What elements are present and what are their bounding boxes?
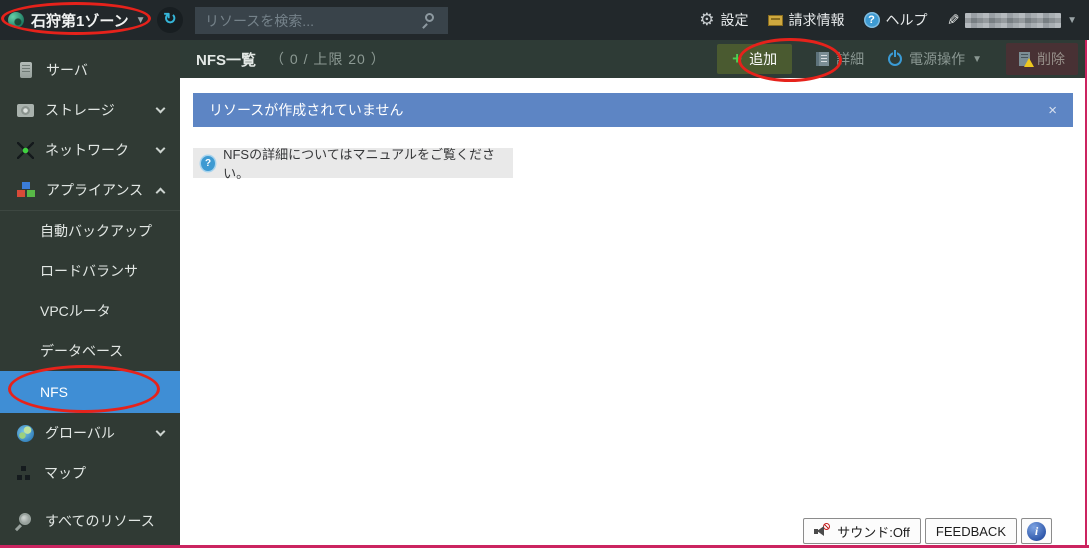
sidebar-item-label: すべてのリソース <box>45 511 155 531</box>
sidebar-item-label: ロードバランサ <box>40 261 138 281</box>
content-header: NFS一覧 （ 0 / 上限 20 ） + 追加 詳細 電源操作 ▼ <box>180 40 1086 78</box>
power-button-label: 電源操作 <box>909 49 965 69</box>
sidebar-item-label: 自動バックアップ <box>40 221 152 241</box>
sidebar-item-auto-backup[interactable]: 自動バックアップ <box>0 211 180 251</box>
topbar-right-menu: ⚙ 設定 請求情報 ? ヘルプ ✎ ▼ <box>699 0 1077 40</box>
chevron-down-icon <box>156 104 166 114</box>
close-icon[interactable]: × <box>1048 102 1057 119</box>
info-button[interactable]: i <box>1021 518 1052 544</box>
sound-off-icon <box>814 525 830 538</box>
pen-icon: ✎ <box>947 11 960 29</box>
billing-label: 請求情報 <box>789 10 845 30</box>
sidebar-item-database[interactable]: データベース <box>0 331 180 371</box>
sidebar-item-vpc-router[interactable]: VPCルータ <box>0 291 180 331</box>
sidebar-item-network[interactable]: ネットワーク <box>0 130 180 170</box>
gear-icon: ⚙ <box>699 12 714 28</box>
search-icon[interactable] <box>425 13 434 22</box>
sidebar-item-label: NFS <box>40 384 68 400</box>
search-box <box>195 7 448 34</box>
sound-toggle-button[interactable]: サウンド:Off <box>803 518 921 544</box>
page-title: NFS一覧 <box>196 49 256 70</box>
delete-warning-icon <box>1019 52 1030 66</box>
detail-button[interactable]: 詳細 <box>816 49 864 69</box>
help-label: ヘルプ <box>886 10 928 30</box>
power-button[interactable]: 電源操作 ▼ <box>888 49 982 69</box>
sidebar-item-all-resources[interactable]: すべてのリソース <box>0 501 180 541</box>
power-icon <box>888 52 902 66</box>
appliance-submenu: 自動バックアップ ロードバランサ VPCルータ データベース NFS <box>0 210 180 413</box>
sound-toggle-label: サウンド:Off <box>837 522 910 541</box>
zone-globe-icon <box>8 12 24 28</box>
sidebar-item-label: VPCルータ <box>40 301 111 321</box>
sidebar-item-appliance[interactable]: アプライアンス <box>0 170 180 210</box>
mute-slash-icon <box>823 523 830 530</box>
map-icon <box>17 465 33 481</box>
search-icon <box>19 513 31 525</box>
sidebar-item-map[interactable]: マップ <box>0 453 180 493</box>
sidebar-item-label: データベース <box>40 341 123 361</box>
toolbar: + 追加 詳細 電源操作 ▼ 削除 <box>717 43 1078 75</box>
book-icon <box>816 52 829 66</box>
sidebar-item-label: グローバル <box>45 423 115 443</box>
globe-icon <box>17 425 34 442</box>
plus-icon: + <box>732 52 742 66</box>
sidebar-item-load-balancer[interactable]: ロードバランサ <box>0 251 180 291</box>
server-icon <box>20 62 32 78</box>
search-input[interactable] <box>195 7 448 34</box>
help-link[interactable]: ? ヘルプ <box>864 10 928 30</box>
sidebar-item-label: ストレージ <box>45 100 115 120</box>
delete-button-label: 削除 <box>1037 49 1065 69</box>
network-icon <box>17 142 34 159</box>
detail-button-label: 詳細 <box>836 49 864 69</box>
chevron-down-icon <box>156 144 166 154</box>
chevron-down-icon: ▼ <box>972 54 982 65</box>
zone-label: 石狩第1ゾーン <box>31 10 129 31</box>
help-icon: ? <box>201 156 215 171</box>
chevron-down-icon: ▼ <box>1067 15 1077 26</box>
sidebar-item-nfs[interactable]: NFS <box>0 371 180 413</box>
storage-icon <box>17 104 34 117</box>
refresh-icon: ↻ <box>163 11 176 28</box>
delete-button[interactable]: 削除 <box>1006 43 1078 75</box>
zone-selector[interactable]: 石狩第1ゾーン ▼ <box>8 7 146 33</box>
sidebar-item-label: ネットワーク <box>45 140 129 160</box>
user-menu[interactable]: ✎ ▼ <box>947 11 1077 29</box>
sidebar-item-server[interactable]: サーバ <box>0 50 180 90</box>
add-button[interactable]: + 追加 <box>717 44 792 74</box>
username-redacted <box>965 13 1061 28</box>
footer-buttons: サウンド:Off FEEDBACK i <box>803 518 1052 544</box>
chevron-down-icon: ▼ <box>136 15 146 26</box>
add-button-label: 追加 <box>749 49 777 69</box>
chevron-down-icon <box>156 427 166 437</box>
main-content: NFS一覧 （ 0 / 上限 20 ） + 追加 詳細 電源操作 ▼ <box>180 40 1086 548</box>
sidebar-item-label: マップ <box>44 463 86 483</box>
info-text: NFSの詳細についてはマニュアルをご覧ください。 <box>223 144 503 182</box>
info-icon: i <box>1027 522 1046 541</box>
sidebar-item-storage[interactable]: ストレージ <box>0 90 180 130</box>
feedback-button[interactable]: FEEDBACK <box>925 518 1017 544</box>
alert-banner: リソースが作成されていません × <box>193 93 1073 127</box>
screenshot-border-bottom <box>0 545 1089 548</box>
sidebar-item-global[interactable]: グローバル <box>0 413 180 453</box>
app-window: 石狩第1ゾーン ▼ ↻ ⚙ 設定 請求情報 ? ヘルプ ✎ <box>0 0 1089 550</box>
refresh-button[interactable]: ↻ <box>157 7 183 33</box>
help-icon: ? <box>864 12 880 28</box>
topbar: 石狩第1ゾーン ▼ ↻ ⚙ 設定 請求情報 ? ヘルプ ✎ <box>0 0 1089 40</box>
settings-link[interactable]: ⚙ 設定 <box>699 10 748 30</box>
resource-count: （ 0 / 上限 20 ） <box>270 49 386 69</box>
sidebar-item-label: アプライアンス <box>46 180 143 200</box>
alert-text: リソースが作成されていません <box>209 100 403 120</box>
settings-label: 設定 <box>721 10 749 30</box>
info-strip: ? NFSの詳細についてはマニュアルをご覧ください。 <box>193 148 513 178</box>
billing-icon <box>768 15 783 26</box>
sidebar: サーバ ストレージ ネットワーク アプライアンス 自動バックアップ ロードバラン… <box>0 40 180 548</box>
sidebar-item-label: サーバ <box>46 60 88 80</box>
appliance-icon <box>17 182 35 198</box>
billing-link[interactable]: 請求情報 <box>768 10 845 30</box>
screenshot-border-right <box>1085 40 1087 548</box>
chevron-up-icon <box>156 188 166 198</box>
